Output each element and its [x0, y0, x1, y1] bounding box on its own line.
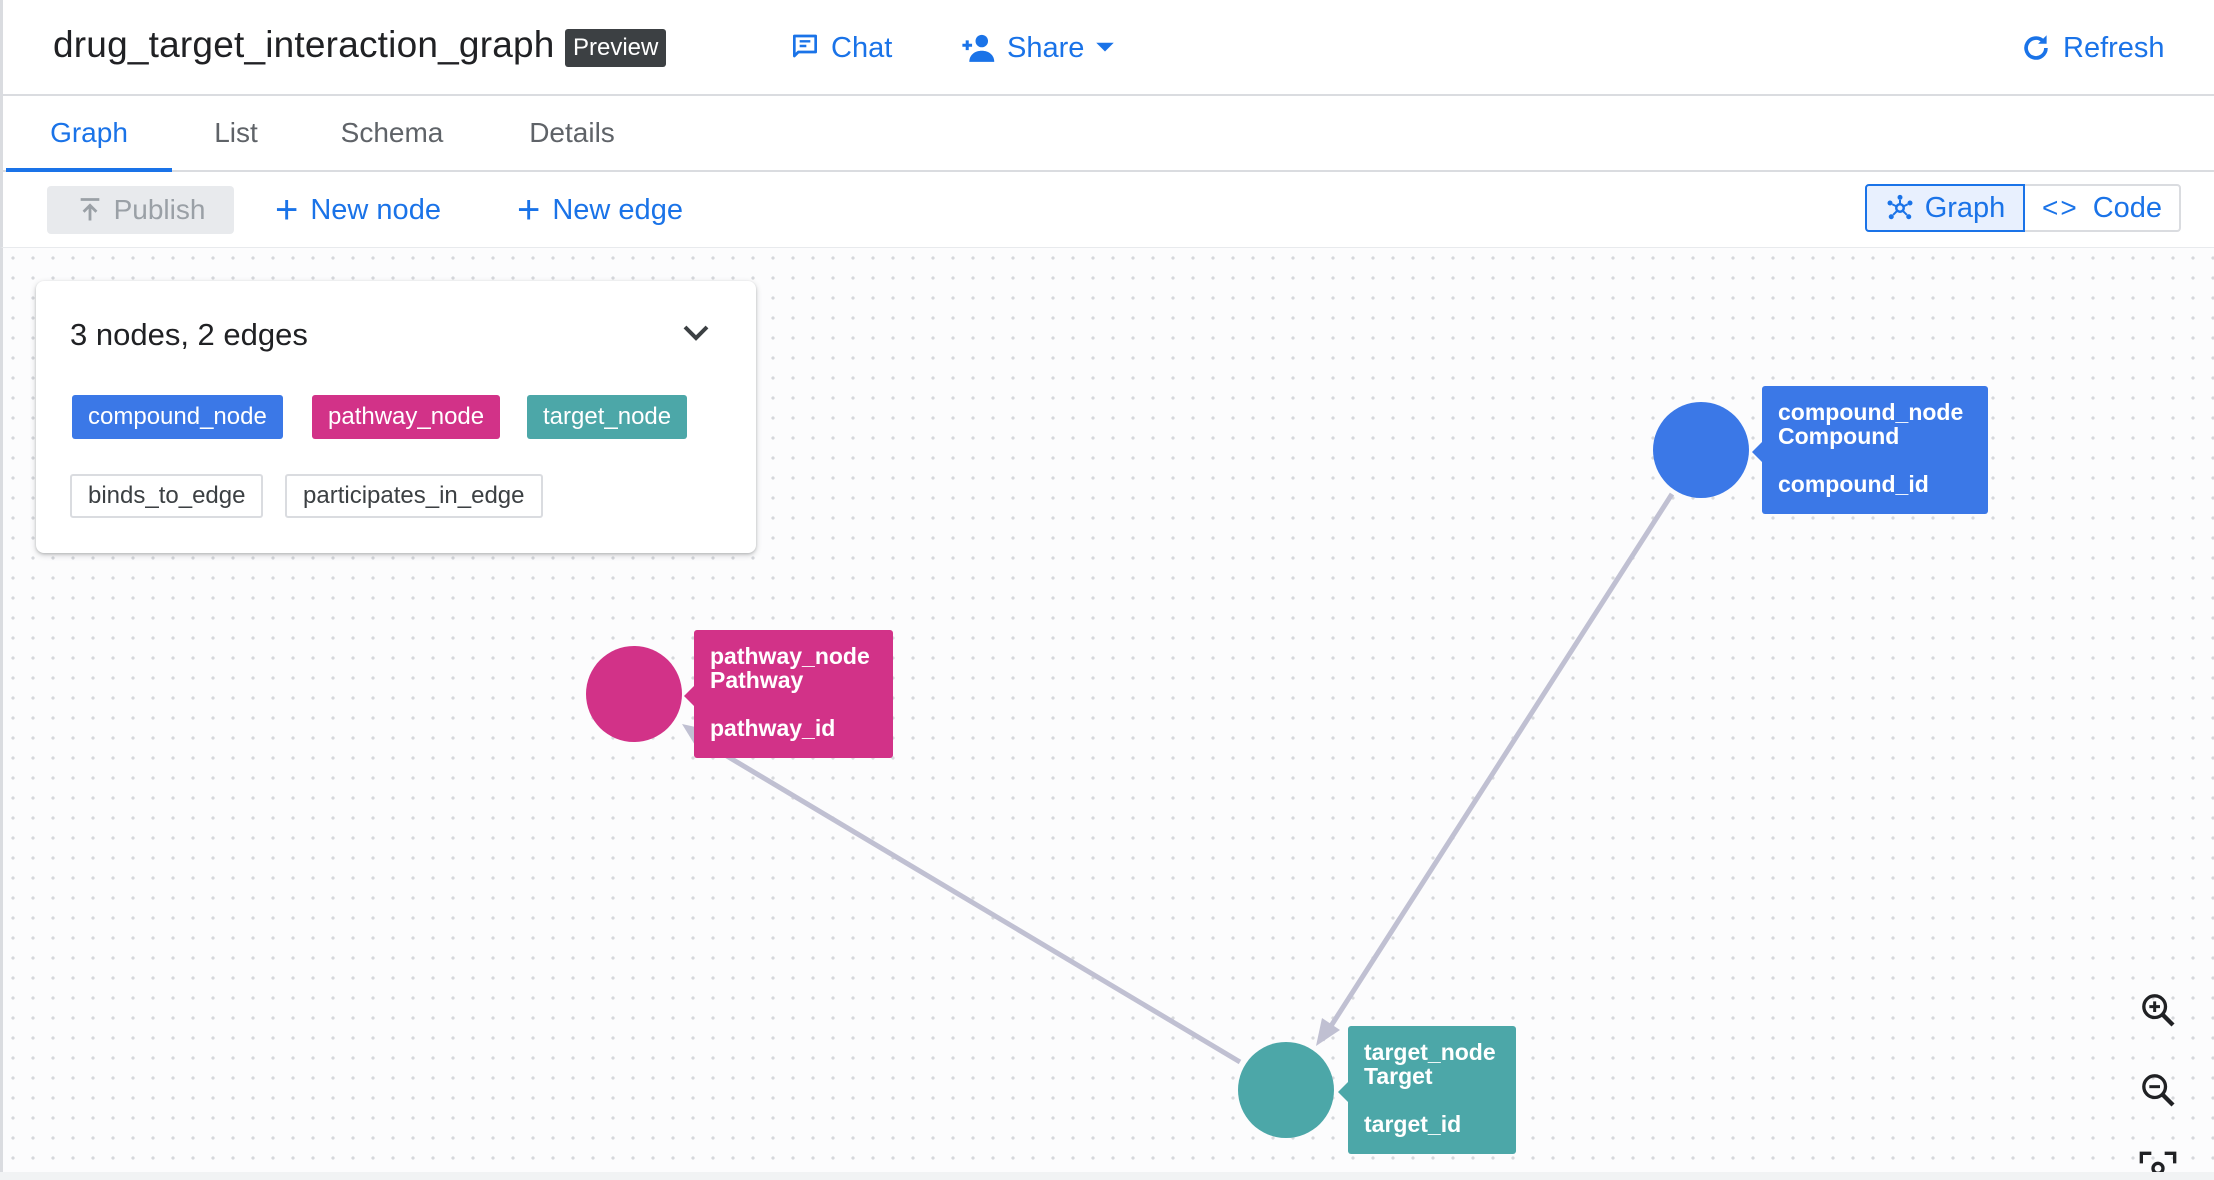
edge-participates-in[interactable]	[698, 737, 1242, 1065]
node-target[interactable]	[1238, 1042, 1334, 1138]
node-label-pathway[interactable]: pathway_node Pathway pathway_id	[694, 630, 893, 758]
graph-edges-layer	[586, 402, 1762, 1138]
canvas-bottom-border	[0, 1172, 2214, 1180]
node-key: pathway_id	[710, 715, 836, 741]
legend-chip-binds-to-edge[interactable]: binds_to_edge	[70, 474, 264, 518]
legend-chip-pathway-node[interactable]: pathway_node	[312, 395, 501, 439]
legend-chip-participates-in-edge[interactable]: participates_in_edge	[285, 474, 543, 518]
legend-chip-compound-node[interactable]: compound_node	[72, 395, 283, 439]
chevron-down-icon[interactable]	[682, 323, 710, 343]
node-type: target_node	[1364, 1039, 1496, 1065]
legend-chip-target-node[interactable]: target_node	[527, 395, 688, 439]
node-key: target_id	[1364, 1111, 1462, 1137]
node-type: compound_node	[1778, 399, 1964, 425]
node-label-target[interactable]: target_node Target target_id	[1348, 1026, 1516, 1154]
label-pointer	[1752, 442, 1762, 462]
node-key: compound_id	[1778, 471, 1929, 497]
label-pointer	[684, 686, 694, 706]
edge-binds-to[interactable]	[1319, 492, 1675, 1042]
node-pathway[interactable]	[586, 646, 682, 742]
zoom-in-icon[interactable]	[2138, 990, 2178, 1030]
node-name: Target	[1364, 1063, 1433, 1089]
node-compound[interactable]	[1653, 402, 1749, 498]
node-type: pathway_node	[710, 643, 870, 669]
arrowhead-icon	[1316, 1018, 1340, 1046]
node-name: Compound	[1778, 423, 1900, 449]
label-pointer	[1338, 1082, 1348, 1102]
zoom-out-icon[interactable]	[2138, 1070, 2178, 1110]
graph-summary-card: 3 nodes, 2 edges compound_node pathway_n…	[36, 281, 756, 553]
node-name: Pathway	[710, 667, 804, 693]
summary-title: 3 nodes, 2 edges	[70, 317, 308, 352]
node-label-compound[interactable]: compound_node Compound compound_id	[1762, 386, 1988, 514]
